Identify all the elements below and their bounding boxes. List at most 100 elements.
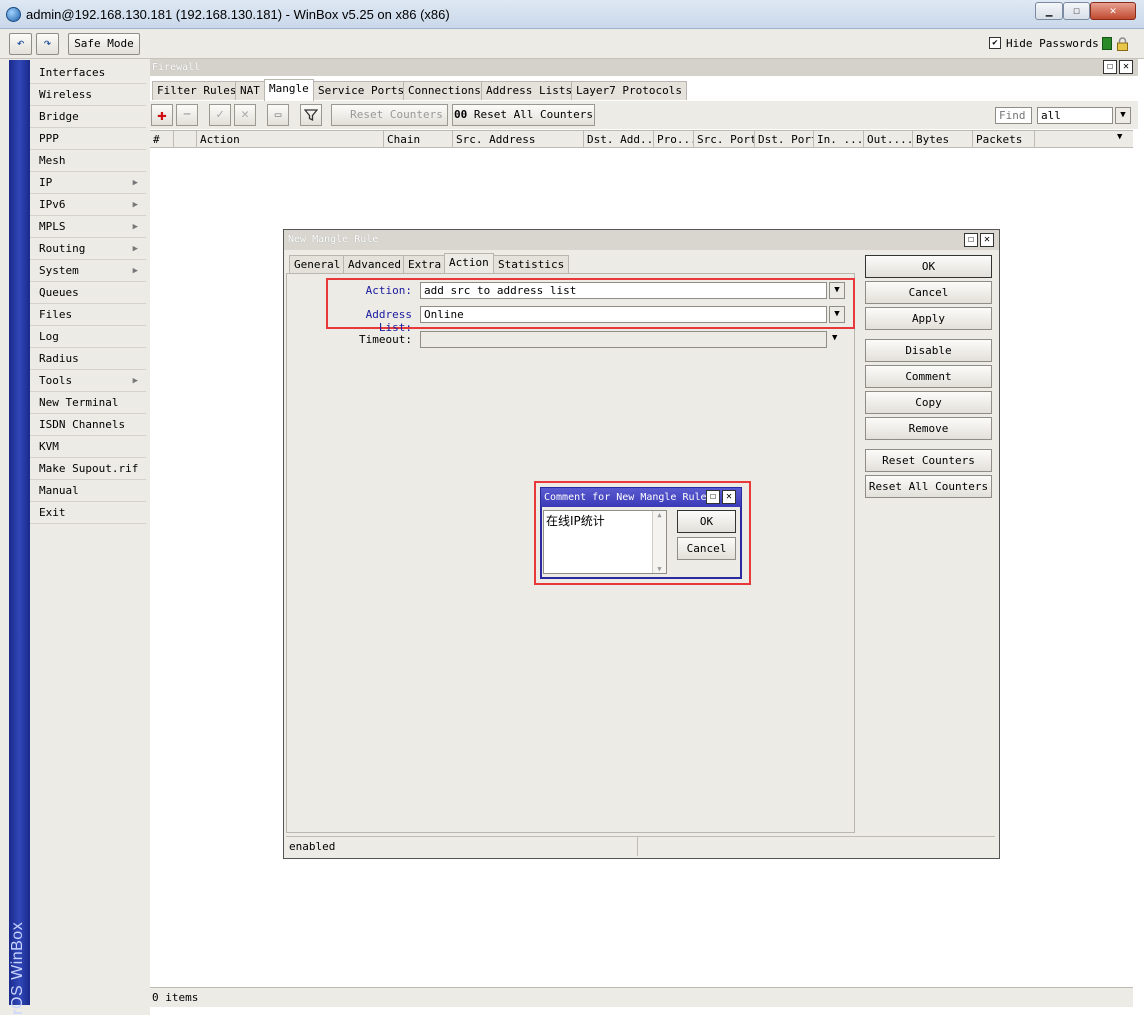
column-header-action[interactable]: Action	[197, 131, 384, 148]
dialog-tab-general[interactable]: General	[289, 255, 346, 273]
tab-nat[interactable]: NAT	[235, 81, 265, 100]
redo-button[interactable]: ↷	[36, 33, 59, 55]
winbox-app-icon	[6, 7, 21, 22]
menu-item-make-supout-rif[interactable]: Make Supout.rif	[30, 458, 146, 480]
add-icon[interactable]: ✚	[151, 104, 173, 126]
menu-item-ip[interactable]: IP ▶	[30, 172, 146, 194]
menu-item-ipv6[interactable]: IPv6 ▶	[30, 194, 146, 216]
menu-item-interfaces[interactable]: Interfaces	[30, 62, 146, 84]
dialog-tab-statistics[interactable]: Statistics	[493, 255, 570, 273]
comment-icon[interactable]: ▭	[267, 104, 289, 126]
tab-layer7-protocols[interactable]: Layer7 Protocols	[571, 81, 687, 100]
dialog-close-button[interactable]: ✕	[980, 233, 994, 247]
menu-item-files[interactable]: Files	[30, 304, 146, 326]
column-header-dst-add[interactable]: Dst. Add...	[584, 131, 654, 148]
tab-address-lists[interactable]: Address Lists	[481, 81, 578, 100]
column-header-blank[interactable]: #	[150, 131, 174, 148]
column-header-in[interactable]: In. ...	[814, 131, 864, 148]
undo-button[interactable]: ↶	[9, 33, 32, 55]
column-menu-icon[interactable]: ▼	[1117, 132, 1122, 142]
comment-maximize-button[interactable]: ☐	[706, 490, 720, 504]
dialog-copy-button[interactable]: Copy	[865, 391, 992, 414]
comment-cancel-button[interactable]: Cancel	[677, 537, 736, 560]
menu-item-system[interactable]: System ▶	[30, 260, 146, 282]
reset-all-counters-label: Reset All Counters	[473, 108, 594, 121]
close-window-button[interactable]: ✕	[1090, 2, 1136, 20]
hide-passwords-checkbox[interactable]: ✔	[989, 37, 1001, 49]
disable-icon[interactable]: ✕	[234, 104, 256, 126]
menu-item-manual[interactable]: Manual	[30, 480, 146, 502]
firewall-maximize-button[interactable]: ☐	[1103, 60, 1117, 74]
filter-select[interactable]: all	[1037, 107, 1113, 124]
menu-item-routing[interactable]: Routing ▶	[30, 238, 146, 260]
dialog-reset-counters-button[interactable]: Reset Counters	[865, 449, 992, 472]
dialog-tab-action[interactable]: Action	[444, 253, 494, 274]
menu-item-new-terminal[interactable]: New Terminal	[30, 392, 146, 414]
menu-item-isdn-channels[interactable]: ISDN Channels	[30, 414, 146, 436]
menu-item-kvm[interactable]: KVM	[30, 436, 146, 458]
column-header-chain[interactable]: Chain	[384, 131, 453, 148]
minimize-button[interactable]: ▁	[1035, 2, 1063, 20]
action-select[interactable]: add src to address list	[420, 282, 827, 299]
column-header-pro[interactable]: Pro...	[654, 131, 694, 148]
comment-textarea[interactable]: 在线IP统计	[543, 510, 667, 574]
tab-service-ports[interactable]: Service Ports	[313, 81, 410, 100]
timeout-dropdown-icon[interactable]: ▼	[832, 333, 837, 343]
menu-item-queues[interactable]: Queues	[30, 282, 146, 304]
dialog-maximize-button[interactable]: ☐	[964, 233, 978, 247]
remove-icon[interactable]: −	[176, 104, 198, 126]
firewall-status-bar: 0 items	[150, 987, 1133, 1007]
address-list-dropdown-icon[interactable]: ▼	[829, 306, 845, 323]
menu-item-bridge[interactable]: Bridge	[30, 106, 146, 128]
find-input[interactable]	[995, 107, 1032, 124]
menu-item-label: Manual	[39, 484, 79, 497]
address-list-input[interactable]: Online	[420, 306, 827, 323]
window-title-bar[interactable]: admin@192.168.130.181 (192.168.130.181) …	[0, 0, 1144, 29]
dialog-tab-extra[interactable]: Extra	[403, 255, 447, 273]
column-header-packets[interactable]: Packets	[973, 131, 1035, 148]
menu-item-radius[interactable]: Radius	[30, 348, 146, 370]
menu-item-mesh[interactable]: Mesh	[30, 150, 146, 172]
comment-scrollbar[interactable]: ▲ ▼	[652, 511, 666, 573]
dialog-ok-button[interactable]: OK	[865, 255, 992, 278]
tab-filter-rules[interactable]: Filter Rules	[152, 81, 242, 100]
action-dropdown-icon[interactable]: ▼	[829, 282, 845, 299]
column-header-src-port[interactable]: Src. Port	[694, 131, 755, 148]
dialog-apply-button[interactable]: Apply	[865, 307, 992, 330]
comment-close-button[interactable]: ✕	[722, 490, 736, 504]
menu-item-wireless[interactable]: Wireless	[30, 84, 146, 106]
menu-item-mpls[interactable]: MPLS ▶	[30, 216, 146, 238]
reset-all-counters-button[interactable]: 00 Reset All Counters	[452, 104, 595, 126]
timeout-input[interactable]	[420, 331, 827, 348]
menu-item-log[interactable]: Log	[30, 326, 146, 348]
column-header-src-address[interactable]: Src. Address	[453, 131, 584, 148]
dialog-tab-advanced[interactable]: Advanced	[343, 255, 406, 273]
menu-item-label: Wireless	[39, 88, 92, 101]
safe-mode-button[interactable]: Safe Mode	[68, 33, 140, 55]
firewall-close-button[interactable]: ✕	[1119, 60, 1133, 74]
column-header-out[interactable]: Out....	[864, 131, 913, 148]
dialog-comment-button[interactable]: Comment	[865, 365, 992, 388]
comment-ok-button[interactable]: OK	[677, 510, 736, 533]
column-header-dst-port[interactable]: Dst. Port	[755, 131, 814, 148]
menu-item-tools[interactable]: Tools ▶	[30, 370, 146, 392]
enable-icon[interactable]: ✓	[209, 104, 231, 126]
filter-icon[interactable]	[300, 104, 322, 126]
dialog-disable-button[interactable]: Disable	[865, 339, 992, 362]
reset-counters-button[interactable]: Reset Counters	[331, 104, 448, 126]
menu-item-label: Make Supout.rif	[39, 462, 139, 475]
menu-item-label: Radius	[39, 352, 79, 365]
dialog-reset-all-counters-button[interactable]: Reset All Counters	[865, 475, 992, 498]
firewall-title: Firewall	[150, 59, 1138, 76]
menu-item-exit[interactable]: Exit	[30, 502, 146, 524]
redo-icon: ↷	[43, 36, 52, 51]
column-header-bytes[interactable]: Bytes	[913, 131, 973, 148]
tab-connections[interactable]: Connections	[403, 81, 486, 100]
dialog-cancel-button[interactable]: Cancel	[865, 281, 992, 304]
filter-dropdown-icon[interactable]: ▼	[1115, 107, 1131, 124]
menu-item-ppp[interactable]: PPP	[30, 128, 146, 150]
column-header-blank-1[interactable]	[174, 131, 197, 148]
tab-mangle[interactable]: Mangle	[264, 79, 314, 101]
dialog-remove-button[interactable]: Remove	[865, 417, 992, 440]
maximize-button[interactable]: ☐	[1063, 2, 1090, 20]
